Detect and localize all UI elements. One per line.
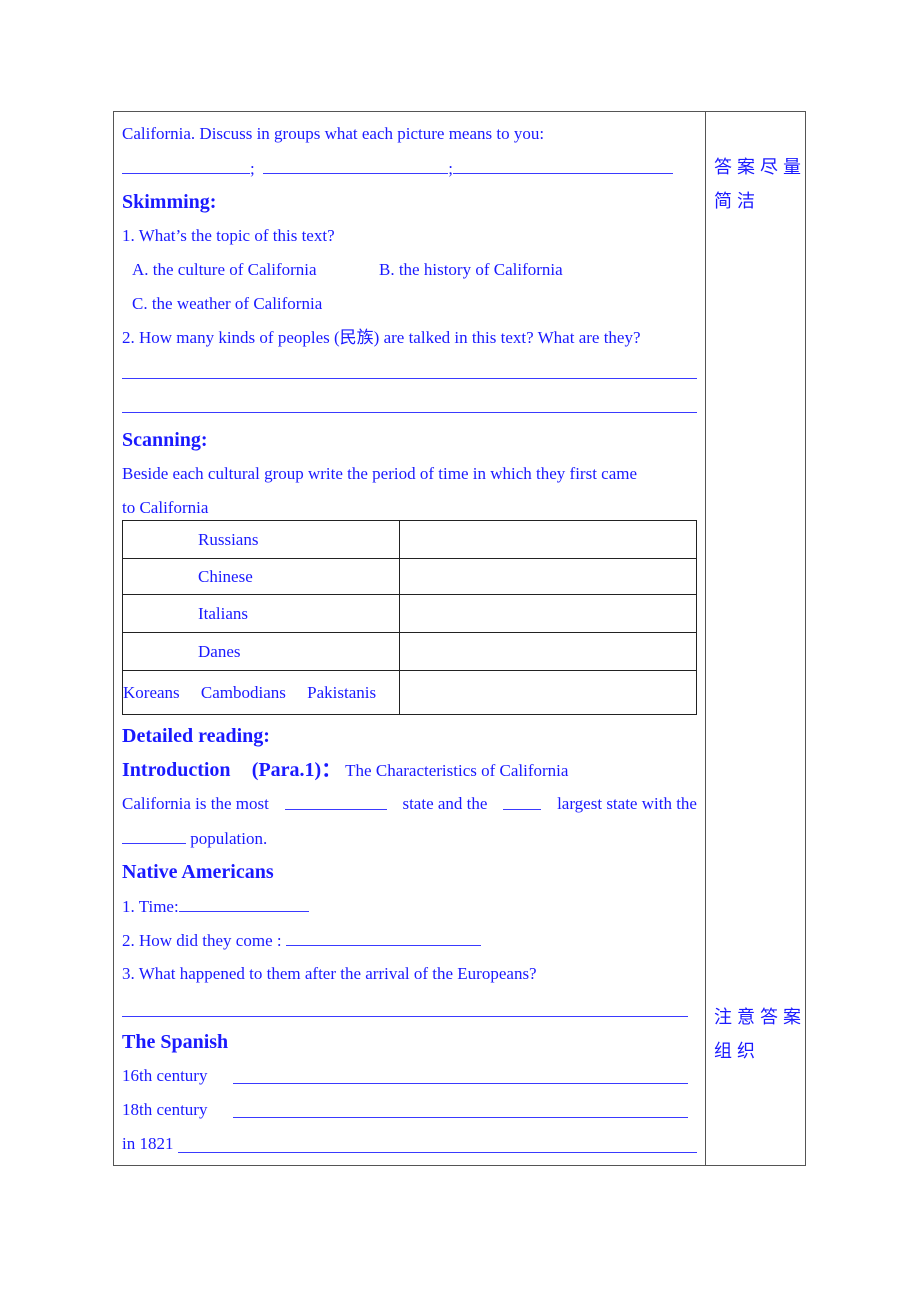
answer-line[interactable] xyxy=(178,1152,697,1153)
cultural-groups-table: Russians Chinese Italians Danes Koreans … xyxy=(122,520,697,715)
column-divider xyxy=(705,111,706,1166)
question-text: 2. How did they come : xyxy=(122,931,282,950)
picture-answer-2[interactable] xyxy=(263,151,449,174)
blank-population[interactable] xyxy=(122,821,186,844)
table-row: Koreans Cambodians Pakistanis xyxy=(122,670,697,715)
spanish-item: in 1821 xyxy=(122,1134,174,1153)
native-q1: 1. Time: xyxy=(122,889,309,923)
answer-line[interactable] xyxy=(122,378,697,379)
group-name: Russians xyxy=(198,529,259,549)
note-organize: 注意答案 xyxy=(714,1007,806,1028)
para-label: (Para.1)： xyxy=(251,759,342,781)
note-organize-cont: 组织 xyxy=(714,1041,760,1062)
table-row: Danes xyxy=(122,632,697,671)
table-row: Italians xyxy=(122,594,697,633)
answer-line[interactable] xyxy=(122,1016,688,1017)
detailed-reading-heading: Detailed reading: xyxy=(122,725,270,747)
note-concise-cont: 简洁 xyxy=(714,191,760,212)
native-americans-heading: Native Americans xyxy=(122,861,274,883)
time-blank[interactable] xyxy=(178,889,309,912)
period-cell[interactable] xyxy=(399,558,697,595)
skimming-q2: 2. How many kinds of peoples (民族) are ta… xyxy=(122,328,641,347)
sentence-part: population. xyxy=(190,829,268,848)
group-name: Italians xyxy=(198,603,249,623)
question-text: 1. Time: xyxy=(122,897,179,916)
group-name: Danes xyxy=(198,641,241,661)
note-concise: 答案尽量 xyxy=(714,157,806,178)
skimming-q1: 1. What’s the topic of this text? xyxy=(122,226,335,245)
period-cell[interactable] xyxy=(399,520,697,559)
separator: ; xyxy=(250,159,255,178)
period-cell[interactable] xyxy=(399,594,697,633)
introduction-line: Introduction (Para.1)： The Characteristi… xyxy=(122,753,568,787)
spanish-heading: The Spanish xyxy=(122,1031,229,1053)
group-name: Chinese xyxy=(198,566,253,586)
period-cell[interactable] xyxy=(399,670,697,715)
answer-line[interactable] xyxy=(122,412,697,413)
how-blank[interactable] xyxy=(285,923,481,946)
table-row: Russians xyxy=(122,520,697,559)
option-a[interactable]: A. the culture of California xyxy=(132,253,317,287)
group-name: Cambodians xyxy=(200,682,286,702)
picture-answers: ; ; xyxy=(122,151,673,185)
blank-rank[interactable] xyxy=(503,787,542,810)
option-c[interactable]: C. the weather of California xyxy=(132,287,322,321)
native-q3: 3. What happened to them after the arriv… xyxy=(122,964,537,983)
answer-line[interactable] xyxy=(233,1117,688,1118)
blank-most[interactable] xyxy=(284,787,387,810)
picture-answer-3[interactable] xyxy=(452,151,673,174)
sentence-part: largest state with the xyxy=(557,794,697,813)
period-cell[interactable] xyxy=(399,632,697,671)
intro-line: California. Discuss in groups what each … xyxy=(122,124,545,143)
spanish-item: 18th century xyxy=(122,1100,208,1119)
introduction-heading: Introduction xyxy=(122,759,231,781)
sentence-part: state and the xyxy=(402,794,488,813)
sentence-part: California is the most xyxy=(122,794,269,813)
scanning-heading: Scanning: xyxy=(122,429,208,451)
fill-sentence-cont: population. xyxy=(122,821,267,855)
scanning-instruction: Beside each cultural group write the per… xyxy=(122,464,638,483)
answer-line[interactable] xyxy=(233,1083,688,1084)
fill-sentence: California is the most state and the lar… xyxy=(122,787,697,821)
group-name: Pakistanis xyxy=(307,682,377,702)
table-row: Chinese xyxy=(122,558,697,595)
introduction-title: The Characteristics of California xyxy=(345,761,569,780)
group-name: Koreans xyxy=(123,682,180,702)
native-q2: 2. How did they come : xyxy=(122,923,481,957)
spanish-item: 16th century xyxy=(122,1066,208,1085)
skimming-heading: Skimming: xyxy=(122,191,217,213)
picture-answer-1[interactable] xyxy=(122,151,250,174)
option-b[interactable]: B. the history of California xyxy=(379,253,563,287)
